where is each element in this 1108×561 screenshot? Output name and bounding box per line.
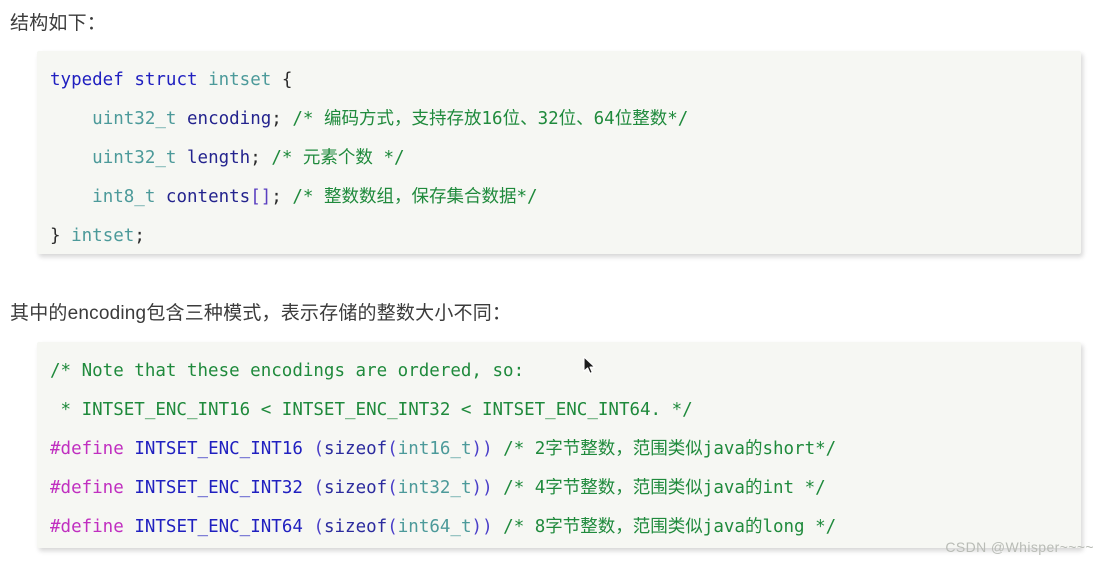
- token-comment: /* 4字节整数，范围类似java的int */: [503, 478, 826, 498]
- code-line: * INTSET_ENC_INT16 < INTSET_ENC_INT32 < …: [37, 391, 1081, 430]
- token-type: int16_t: [397, 439, 472, 459]
- code-line: int8_t contents[]; /* 整数数组，保存集合数据*/: [37, 178, 1081, 217]
- page-root: 结构如下： typedef struct intset { uint32_t e…: [0, 0, 1108, 561]
- token-paren-open: (: [313, 439, 324, 459]
- code-line: #define INTSET_ENC_INT64 (sizeof(int64_t…: [37, 508, 1081, 547]
- code-block-intset-encodings[interactable]: /* Note that these encodings are ordered…: [37, 342, 1081, 548]
- token-brace-close: }: [50, 226, 61, 246]
- token-paren-close: ): [482, 439, 493, 459]
- token-semicolon: ;: [271, 187, 282, 207]
- token-semicolon: ;: [271, 109, 282, 129]
- token-macro-name: INTSET_ENC_INT64: [134, 517, 303, 537]
- token-comment: /* 2字节整数，范围类似java的short*/: [503, 439, 837, 459]
- code-line: uint32_t length; /* 元素个数 */: [37, 139, 1081, 178]
- token-comment: /* 编码方式，支持存放16位、32位、64位整数*/: [292, 109, 689, 129]
- token-macro-directive: #define: [50, 517, 124, 537]
- token-comment: /* Note that these encodings are ordered…: [50, 361, 525, 381]
- token-type: int64_t: [397, 517, 472, 537]
- token-paren-open-inner: (: [387, 517, 398, 537]
- token-paren-open-inner: (: [387, 439, 398, 459]
- token-paren-open: (: [313, 478, 324, 498]
- token-macro-name: INTSET_ENC_INT16: [134, 439, 303, 459]
- token-paren-open-inner: (: [387, 478, 398, 498]
- token-type: int32_t: [397, 478, 472, 498]
- token-brackets: []: [250, 187, 272, 207]
- token-identifier: encoding: [187, 109, 272, 129]
- token-paren-open: (: [313, 517, 324, 537]
- token-paren-close-inner: ): [471, 517, 483, 537]
- paragraph-structure-intro: 结构如下：: [10, 13, 107, 34]
- token-identifier: length: [187, 148, 251, 168]
- token-keyword: typedef: [50, 70, 124, 90]
- token-comment: /* 元素个数 */: [271, 148, 405, 168]
- token-keyword: struct: [134, 70, 198, 90]
- token-type: intset: [71, 226, 135, 246]
- token-macro-name: INTSET_ENC_INT32: [134, 478, 303, 498]
- token-semicolon: ;: [134, 226, 145, 246]
- token-macro-directive: #define: [50, 478, 124, 498]
- token-identifier: contents: [165, 187, 251, 207]
- token-paren-close: ): [482, 517, 493, 537]
- token-paren-close: ): [482, 478, 493, 498]
- token-function: sizeof: [323, 439, 388, 459]
- token-type: int8_t: [92, 187, 156, 207]
- code-block-intset-struct[interactable]: typedef struct intset { uint32_t encodin…: [37, 51, 1081, 254]
- code-line: } intset;: [37, 217, 1081, 254]
- code-line: uint32_t encoding; /* 编码方式，支持存放16位、32位、6…: [37, 100, 1081, 139]
- token-function: sizeof: [323, 517, 388, 537]
- token-paren-close-inner: ): [471, 478, 483, 498]
- token-macro-directive: #define: [50, 439, 124, 459]
- token-comment: * INTSET_ENC_INT16 < INTSET_ENC_INT32 < …: [50, 400, 693, 420]
- code-line: #define INTSET_ENC_INT32 (sizeof(int32_t…: [37, 469, 1081, 508]
- token-comment: /* 整数数组，保存集合数据*/: [292, 187, 538, 207]
- token-function: sizeof: [323, 478, 388, 498]
- paragraph-encoding-intro: 其中的encoding包含三种模式，表示存储的整数大小不同：: [10, 303, 512, 324]
- token-semicolon: ;: [250, 148, 261, 168]
- watermark: CSDN @Whisper~~~~: [945, 539, 1094, 555]
- token-type: uint32_t: [92, 148, 177, 168]
- code-line: #define INTSET_ENC_INT16 (sizeof(int16_t…: [37, 430, 1081, 469]
- token-type: uint32_t: [92, 109, 177, 129]
- token-comment: /* 8字节整数，范围类似java的long */: [503, 517, 837, 537]
- token-brace-open: {: [281, 70, 293, 90]
- token-type: intset: [208, 70, 272, 90]
- code-line: /* Note that these encodings are ordered…: [37, 352, 1081, 391]
- code-line: typedef struct intset {: [37, 61, 1081, 100]
- token-paren-close-inner: ): [471, 439, 483, 459]
